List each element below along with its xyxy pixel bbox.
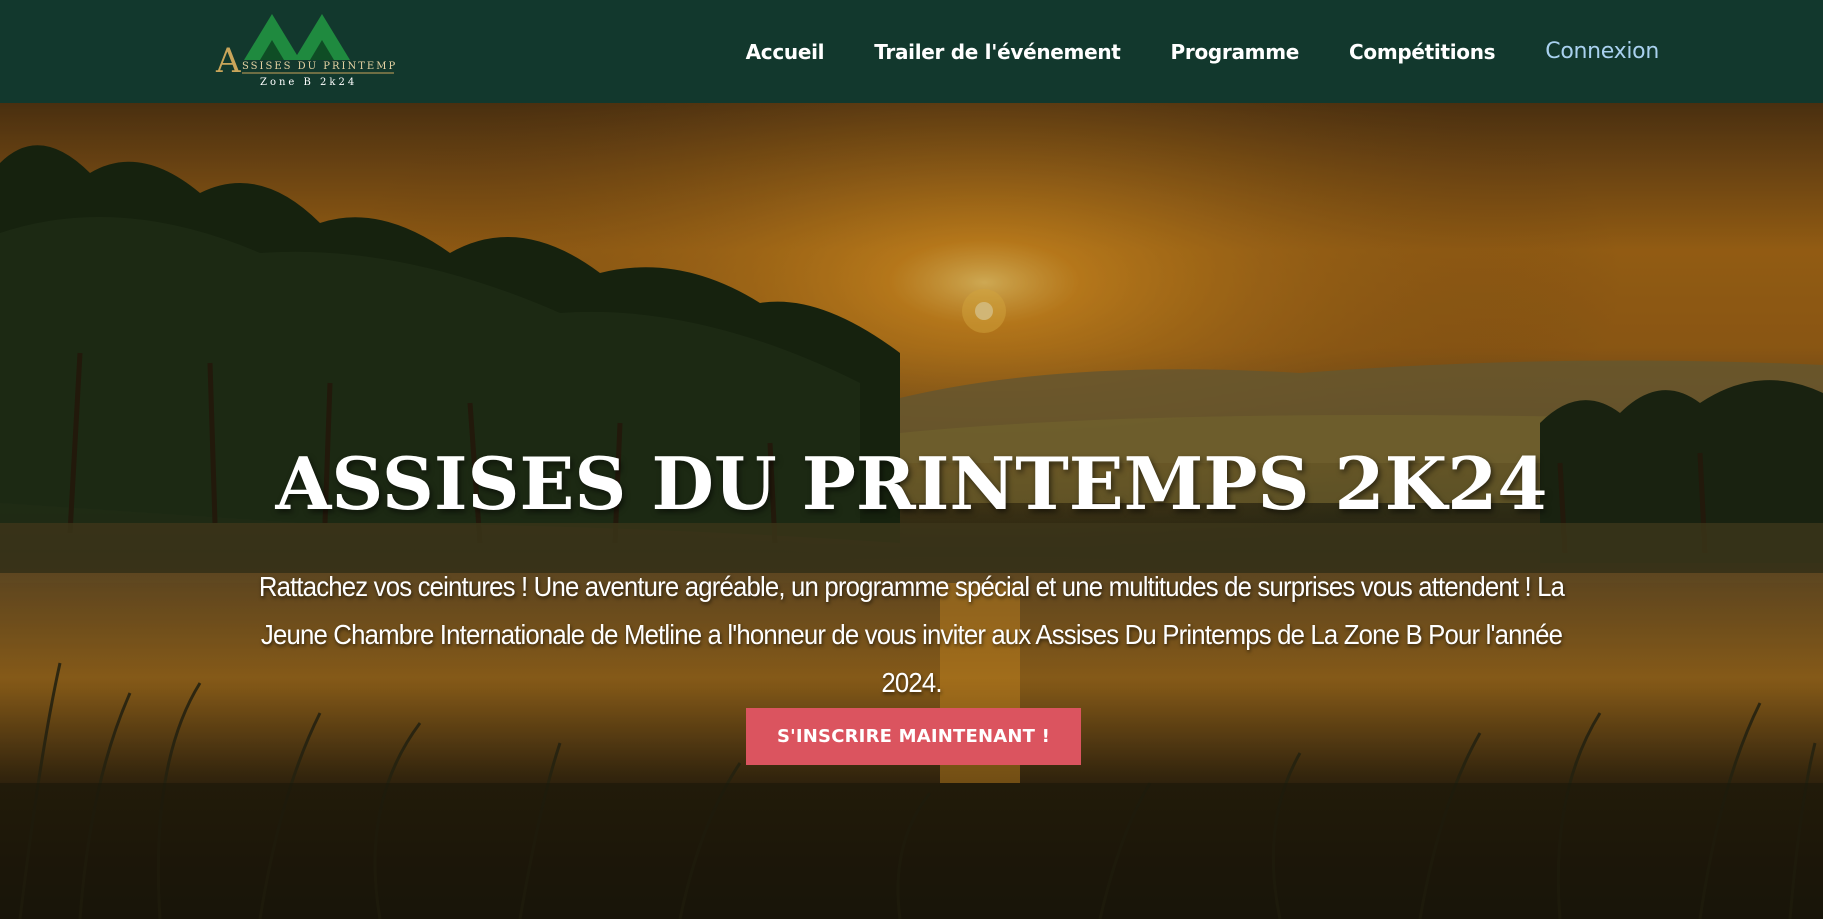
hero-section: ASSISES DU PRINTEMPS 2K24 Rattachez vos … — [0, 103, 1823, 919]
nav-programme[interactable]: Programme — [1171, 40, 1300, 64]
svg-text:A: A — [215, 41, 241, 81]
svg-text:Zone B 2k24: Zone B 2k24 — [260, 77, 357, 88]
hero-title: ASSISES DU PRINTEMPS 2K24 — [275, 441, 1548, 526]
hero-description: Rattachez vos ceintures ! Une aventure a… — [258, 571, 1565, 698]
nav-trailer[interactable]: Trailer de l'événement — [874, 40, 1121, 64]
logo-mountains-icon: A SSISES DU PRINTEMPS Zone B 2k24 — [215, 14, 398, 88]
nav-accueil[interactable]: Accueil — [746, 40, 825, 64]
nav-connexion[interactable]: Connexion — [1545, 39, 1659, 64]
nav-competitions[interactable]: Compétitions — [1349, 40, 1496, 64]
main-nav: Accueil Trailer de l'événement Programme… — [696, 0, 1660, 103]
register-now-button[interactable]: S'INSCRIRE MAINTENANT ! — [746, 708, 1081, 765]
site-logo[interactable]: A SSISES DU PRINTEMPS Zone B 2k24 — [214, 12, 398, 88]
navbar: A SSISES DU PRINTEMPS Zone B 2k24 Accuei… — [0, 0, 1823, 103]
svg-text:SSISES DU PRINTEMPS: SSISES DU PRINTEMPS — [242, 61, 398, 72]
